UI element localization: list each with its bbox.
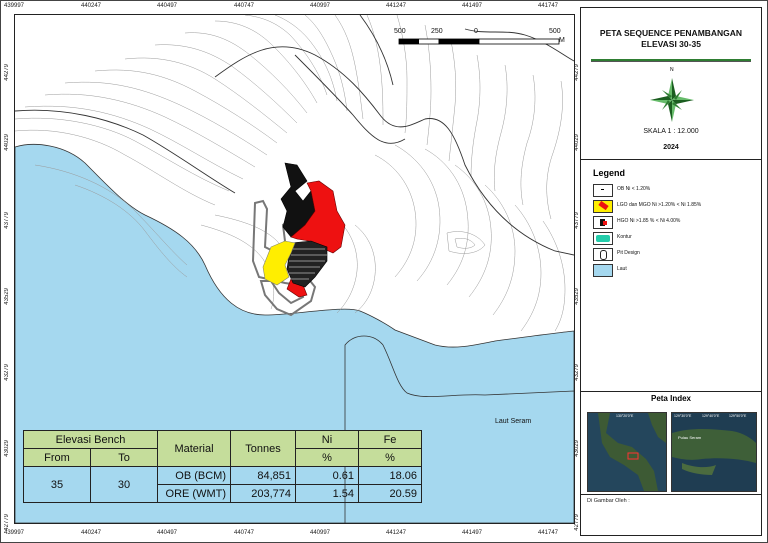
- header-from: From: [23, 448, 91, 467]
- scale-label: 250: [431, 28, 443, 35]
- cell-from: 35: [23, 466, 91, 503]
- x-coord-bottom: 439997: [4, 530, 25, 536]
- scale-label: 500: [549, 28, 561, 35]
- cell-to: 30: [90, 466, 158, 503]
- map-title-line1: PETA SEQUENCE PENAMBANGAN: [599, 28, 743, 38]
- title-underline: [591, 59, 751, 62]
- x-coord-top: 440747: [234, 3, 255, 9]
- legend-label: Pit Design: [617, 250, 640, 256]
- y-coord-left: 43529: [4, 288, 10, 305]
- header-ni-unit: %: [295, 448, 359, 467]
- index-map-right[interactable]: 129°30'0"E 129°40'0"E 129°50'0"E Pulau S…: [671, 412, 757, 492]
- scale-label: 500: [394, 28, 406, 35]
- divider: [581, 494, 761, 495]
- cell-ni: 1.54: [295, 484, 359, 503]
- header-ni: Ni: [295, 430, 359, 449]
- x-coord-top: 440997: [310, 3, 331, 9]
- legend-label: HGO Ni >1.85 % < Ni 4.00%: [617, 218, 681, 224]
- index-place-label: Pulau Seram: [678, 435, 702, 440]
- legend-label: Kontur: [617, 234, 632, 240]
- index-coord: 130°20'0"E: [616, 414, 634, 418]
- scale-label: 0: [474, 28, 478, 35]
- x-coord-bottom: 441497: [462, 530, 483, 536]
- cell-tonnes: 203,774: [230, 484, 296, 503]
- cell-fe: 18.06: [358, 466, 422, 485]
- north-arrow-icon: [650, 78, 694, 122]
- x-coord-top: 441747: [538, 3, 559, 9]
- y-coord-left: 43779: [4, 212, 10, 229]
- north-label: N: [670, 67, 674, 73]
- x-coord-top: 440497: [157, 3, 178, 9]
- map-year: 2024: [663, 144, 679, 151]
- index-map-left-svg: [588, 413, 666, 491]
- divider: [581, 391, 761, 392]
- lgo-swatch: [593, 200, 613, 213]
- y-coord-left: 43029: [4, 440, 10, 457]
- map-scale: SKALA 1 : 12.000: [643, 128, 699, 135]
- x-coord-bottom: 440747: [234, 530, 255, 536]
- x-coord-top: 439997: [4, 3, 25, 9]
- production-table: Elevasi Bench Material Tonnes Ni Fe From…: [23, 430, 422, 503]
- index-map-right-svg: [672, 413, 756, 491]
- x-coord-bottom: 441247: [386, 530, 407, 536]
- hgo-swatch: [593, 216, 613, 229]
- map-info-panel: PETA SEQUENCE PENAMBANGAN ELEVASI 30-35 …: [580, 7, 762, 536]
- ob-swatch: [593, 184, 613, 197]
- legend-label: OB Ni < 1.20%: [617, 186, 651, 192]
- y-coord-left: 42779: [4, 514, 10, 531]
- pit-swatch: [593, 248, 613, 261]
- x-coord-top: 440247: [81, 3, 102, 9]
- cell-fe: 20.59: [358, 484, 422, 503]
- sea-label: Laut Seram: [495, 418, 532, 425]
- x-coord-bottom: 440497: [157, 530, 178, 536]
- header-fe-unit: %: [358, 448, 422, 467]
- legend-label: Laut: [617, 266, 627, 272]
- scale-bar: [398, 38, 560, 45]
- kontur-swatch: [593, 232, 613, 245]
- scale-unit: M: [559, 37, 565, 44]
- index-coord: 129°30'0"E: [674, 414, 692, 418]
- header-tonnes: Tonnes: [230, 430, 296, 467]
- header-material: Material: [157, 430, 231, 467]
- y-coord-left: 44279: [4, 64, 10, 81]
- peta-index-title: Peta Index: [650, 394, 691, 403]
- header-to: To: [90, 448, 158, 467]
- index-coord: 129°50'0"E: [729, 414, 747, 418]
- x-coord-top: 441247: [386, 3, 407, 9]
- index-map-left[interactable]: 130°20'0"E: [587, 412, 667, 492]
- x-coord-bottom: 440247: [81, 530, 102, 536]
- x-coord-top: 441497: [462, 3, 483, 9]
- x-coord-bottom: 441747: [538, 530, 559, 536]
- header-fe: Fe: [358, 430, 422, 449]
- index-coord: 129°40'0"E: [702, 414, 720, 418]
- drawn-by: Di Gambar Oleh :: [587, 498, 630, 504]
- map-title-line2: ELEVASI 30-35: [641, 39, 701, 49]
- y-coord-left: 43279: [4, 364, 10, 381]
- y-coord-left: 44029: [4, 134, 10, 151]
- cell-material: ORE (WMT): [157, 484, 231, 503]
- cell-tonnes: 84,851: [230, 466, 296, 485]
- cell-ni: 0.61: [295, 466, 359, 485]
- table-row: 35 30 OB (BCM) 84,851 0.61 18.06: [23, 466, 422, 503]
- legend-label: LGO dan MGO Ni >1.20% < Ni 1.85%: [617, 202, 702, 208]
- cell-material: OB (BCM): [157, 466, 231, 485]
- header-elevasi-bench: Elevasi Bench: [23, 430, 158, 449]
- divider: [581, 159, 761, 160]
- laut-swatch: [593, 264, 613, 277]
- legend-title: Legend: [593, 168, 626, 178]
- x-coord-bottom: 440997: [310, 530, 331, 536]
